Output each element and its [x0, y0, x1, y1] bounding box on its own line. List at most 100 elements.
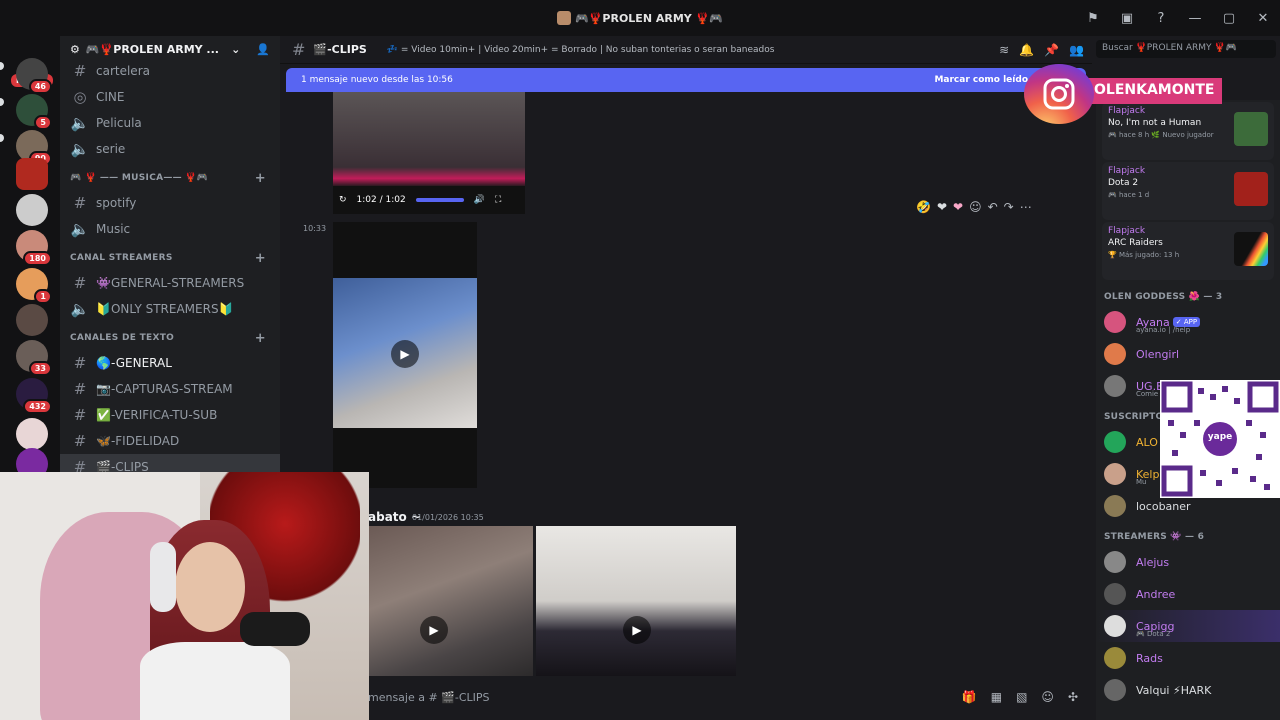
member-item[interactable]: Ayana ✓ APP ayana.io | /help: [1096, 306, 1280, 338]
member-item[interactable]: Capigg 🎮 Dota 2: [1096, 610, 1280, 642]
channel-item[interactable]: 🔈 Pelicula: [60, 110, 280, 136]
add-member-icon[interactable]: 👤: [256, 43, 270, 56]
webcam-overlay: [0, 472, 369, 720]
server-avatar-icon: [557, 11, 572, 25]
dota-thumbnail: [1234, 172, 1268, 206]
sticker-icon[interactable]: ▧: [1016, 690, 1027, 704]
play-icon[interactable]: ▶: [391, 340, 419, 368]
reply-icon[interactable]: ↶: [988, 200, 998, 214]
channel-item[interactable]: 🔈 serie: [60, 136, 280, 162]
add-channel-icon[interactable]: +: [255, 331, 266, 346]
play-icon[interactable]: ▶: [420, 616, 448, 644]
title-bar-controls: ⚑ ▣ ? — ▢ ✕: [1076, 0, 1280, 36]
channel-item[interactable]: 🔈 Music: [60, 216, 280, 242]
heart-pink-icon[interactable]: ❤: [953, 200, 963, 214]
avatar: [1104, 615, 1126, 637]
close-icon[interactable]: ✕: [1246, 11, 1280, 26]
gif-icon[interactable]: ▦: [991, 690, 1002, 704]
server-icon[interactable]: 180: [16, 230, 52, 266]
fullscreen-icon[interactable]: ⛶: [495, 195, 501, 205]
text-channel-icon: #: [292, 40, 306, 59]
members-icon[interactable]: 👥: [1069, 43, 1084, 57]
apps-icon[interactable]: ✣: [1068, 690, 1078, 704]
channel-item[interactable]: # ✅-VERIFICA-TU-SUB: [60, 402, 280, 428]
server-icon[interactable]: 33: [16, 340, 52, 376]
channel-topic[interactable]: 💤 = Video 10min+ | Video 20min+ = Borrad…: [387, 45, 775, 55]
instagram-glyph-icon: [1043, 78, 1075, 110]
avatar: [1104, 679, 1126, 701]
channel-item[interactable]: ◎ CINE: [60, 84, 280, 110]
laugh-emoji-icon[interactable]: 🤣: [916, 200, 931, 214]
video-attachment[interactable]: ▶: [333, 222, 477, 488]
discord-app: 🎮🦞PROLEN ARMY 🦞🎮 ⚑ ▣ ? — ▢ ✕ NUEVO 46 5 …: [0, 0, 1280, 720]
streamer-sweater: [140, 642, 290, 720]
channel-item[interactable]: # 👾GENERAL-STREAMERS: [60, 270, 280, 296]
game-thumbnail: [1234, 112, 1268, 146]
voice-channel-icon: 🔈: [70, 220, 90, 238]
avatar: [1104, 583, 1126, 605]
video-attachment[interactable]: [333, 92, 525, 186]
play-icon[interactable]: ▶: [623, 616, 651, 644]
volume-icon[interactable]: 🔊: [474, 195, 485, 205]
search-input[interactable]: Buscar 🦞PROLEN ARMY 🦞🎮: [1096, 40, 1276, 58]
maximize-icon[interactable]: ▢: [1212, 11, 1246, 26]
text-channel-icon: #: [73, 194, 87, 212]
add-reaction-icon[interactable]: ☺: [969, 200, 982, 214]
avatar: [1104, 343, 1126, 365]
stage-channel-icon: ◎: [73, 88, 87, 106]
server-icon[interactable]: [16, 304, 48, 336]
category-streamers[interactable]: CANAL STREAMERS +: [60, 246, 280, 270]
add-channel-icon[interactable]: +: [255, 251, 266, 266]
server-icon[interactable]: 1: [16, 268, 52, 304]
channel-item[interactable]: # 📷-CAPTURAS-STREAM: [60, 376, 280, 402]
add-channel-icon[interactable]: +: [255, 171, 266, 186]
member-item[interactable]: Alejus: [1096, 546, 1280, 578]
header-toolbar: ≋ 🔔 📌 👥: [999, 43, 1084, 57]
minimize-icon[interactable]: —: [1178, 11, 1212, 26]
channel-sidebar: ⚙ 🎮🦞PROLEN ARMY ... ⌄ 👤 # cartelera ◎ CINE…: [60, 36, 280, 476]
category-text[interactable]: CANALES DE TEXTO +: [60, 326, 280, 350]
chevron-down-icon[interactable]: ⌄: [231, 43, 240, 56]
member-item[interactable]: Olengirl: [1096, 338, 1280, 370]
replay-icon[interactable]: ↻: [339, 195, 347, 205]
server-icon[interactable]: [16, 418, 48, 450]
heart-red-icon[interactable]: ❤: [937, 200, 947, 214]
avatar: [1104, 647, 1126, 669]
mark-as-read-button[interactable]: Marcar como leído: [934, 75, 1028, 85]
video-attachment[interactable]: ▶: [536, 526, 736, 676]
channel-item[interactable]: # cartelera: [60, 58, 280, 84]
microphone-icon: [240, 612, 310, 646]
flag-icon[interactable]: ⚑: [1076, 11, 1110, 26]
server-icon[interactable]: [16, 194, 48, 226]
video-attachment[interactable]: ▶: [368, 526, 533, 676]
server-icon[interactable]: 432: [16, 378, 52, 414]
channel-item[interactable]: # 🦋-FIDELIDAD: [60, 428, 280, 454]
member-item[interactable]: Valqui ⚡HARK: [1096, 674, 1280, 706]
volume-slider[interactable]: [415, 198, 464, 202]
emoji-icon[interactable]: ☺: [1041, 690, 1054, 704]
new-messages-bar[interactable]: 1 mensaje nuevo desde las 10:56 Marcar c…: [286, 68, 1086, 92]
channel-item[interactable]: # spotify: [60, 190, 280, 216]
member-item[interactable]: Rads: [1096, 642, 1280, 674]
text-channel-icon: #: [73, 274, 87, 292]
unread-pill: [0, 62, 4, 70]
message-composer[interactable]: mensaje a # 🎬-CLIPS 🎁 ▦ ▧ ☺ ✣: [368, 682, 1090, 712]
threads-icon[interactable]: ≋: [999, 43, 1009, 57]
dota-server-icon[interactable]: [16, 158, 48, 190]
member-item[interactable]: Andree: [1096, 578, 1280, 610]
more-icon[interactable]: ⋯: [1020, 200, 1032, 214]
help-icon[interactable]: ?: [1144, 11, 1178, 26]
pin-icon[interactable]: 📌: [1044, 43, 1059, 57]
activity-card[interactable]: Flapjack Dota 2 🎮 hace 1 d: [1102, 162, 1274, 220]
activity-card[interactable]: Flapjack ARC Raiders 🏆 Más jugado: 13 h: [1102, 222, 1274, 280]
channel-item[interactable]: # 🌎-GENERAL: [60, 350, 280, 376]
activity-card[interactable]: Flapjack No, I'm not a Human 🎮 hace 8 h …: [1102, 102, 1274, 160]
server-icon[interactable]: 5: [16, 94, 52, 130]
forward-icon[interactable]: ↷: [1004, 200, 1014, 214]
category-music[interactable]: 🎮 🦞 —— MUSICA—— 🦞🎮 +: [60, 166, 280, 190]
inbox-icon[interactable]: ▣: [1110, 11, 1144, 26]
server-icon[interactable]: 46: [16, 58, 52, 94]
gift-icon[interactable]: 🎁: [962, 690, 977, 704]
bell-icon[interactable]: 🔔: [1019, 43, 1034, 57]
channel-item[interactable]: 🔈 🔰ONLY STREAMERS🔰: [60, 296, 280, 322]
